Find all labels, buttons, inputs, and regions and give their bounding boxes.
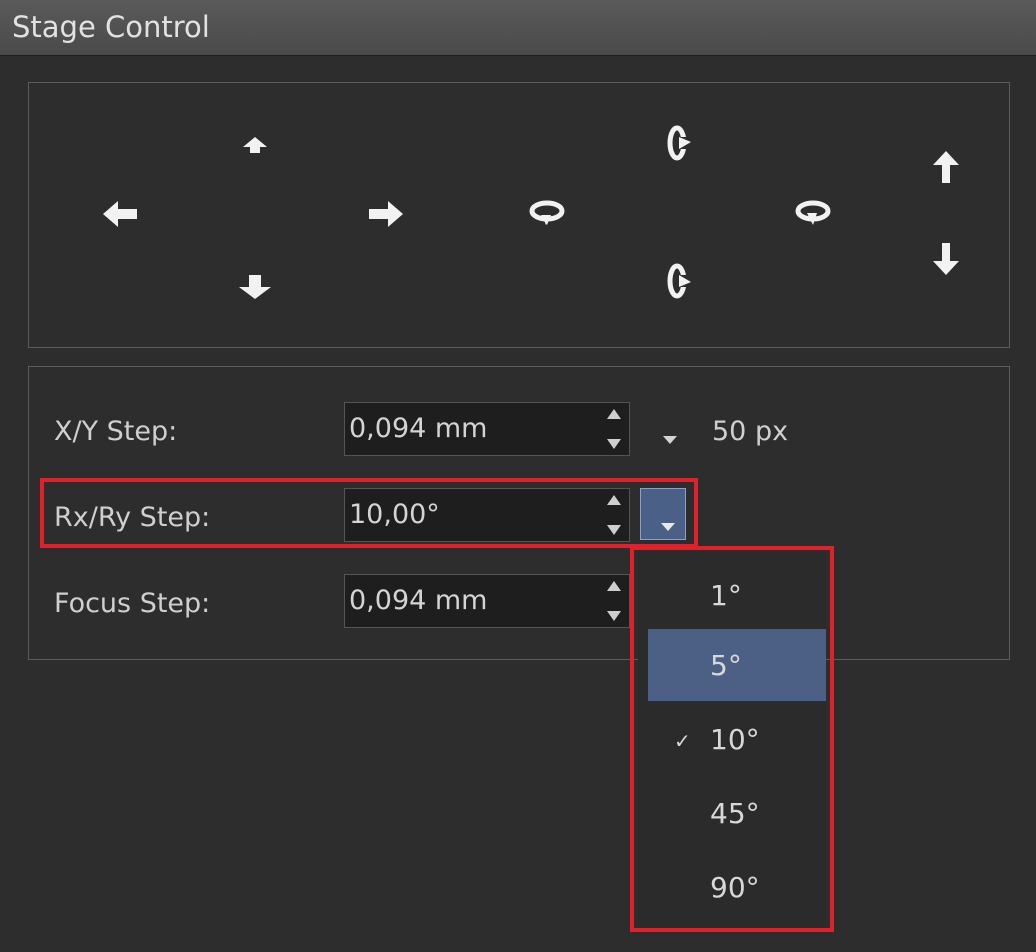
window-title: Stage Control	[12, 10, 210, 44]
xy-step-value: 0,094 mm	[349, 413, 488, 444]
xy-step-dropdown-button[interactable]	[646, 406, 692, 458]
chevron-down-icon	[663, 436, 677, 444]
navigation-panel	[28, 82, 1010, 348]
spin-down-icon[interactable]	[607, 433, 621, 449]
arrow-down-icon[interactable]	[239, 275, 271, 299]
focus-step-value: 0,094 mm	[349, 585, 488, 616]
rotate-ccw-horizontal-icon[interactable]	[793, 197, 833, 227]
rotate-down-icon[interactable]	[665, 261, 691, 301]
spin-down-icon[interactable]	[607, 605, 621, 621]
dropdown-menu-highlight	[630, 546, 834, 932]
arrow-left-icon[interactable]	[103, 201, 137, 227]
spin-up-icon[interactable]	[607, 581, 621, 597]
title-bar: Stage Control	[0, 0, 1036, 56]
focus-step-label: Focus Step:	[54, 588, 211, 619]
xy-step-spinbox[interactable]: 0,094 mm	[344, 402, 630, 456]
focus-up-icon[interactable]	[933, 151, 959, 183]
spin-up-icon[interactable]	[607, 409, 621, 425]
rxry-row-highlight	[40, 478, 698, 548]
focus-step-spinbox[interactable]: 0,094 mm	[344, 574, 630, 628]
focus-down-icon[interactable]	[933, 243, 959, 275]
arrow-right-icon[interactable]	[369, 201, 403, 227]
xy-step-label: X/Y Step:	[54, 416, 178, 447]
arrow-up-small-icon[interactable]	[243, 137, 267, 153]
xy-step-pixel-value: 50 px	[712, 416, 789, 447]
rotate-up-icon[interactable]	[665, 123, 691, 163]
rotate-cw-horizontal-icon[interactable]	[527, 197, 567, 227]
